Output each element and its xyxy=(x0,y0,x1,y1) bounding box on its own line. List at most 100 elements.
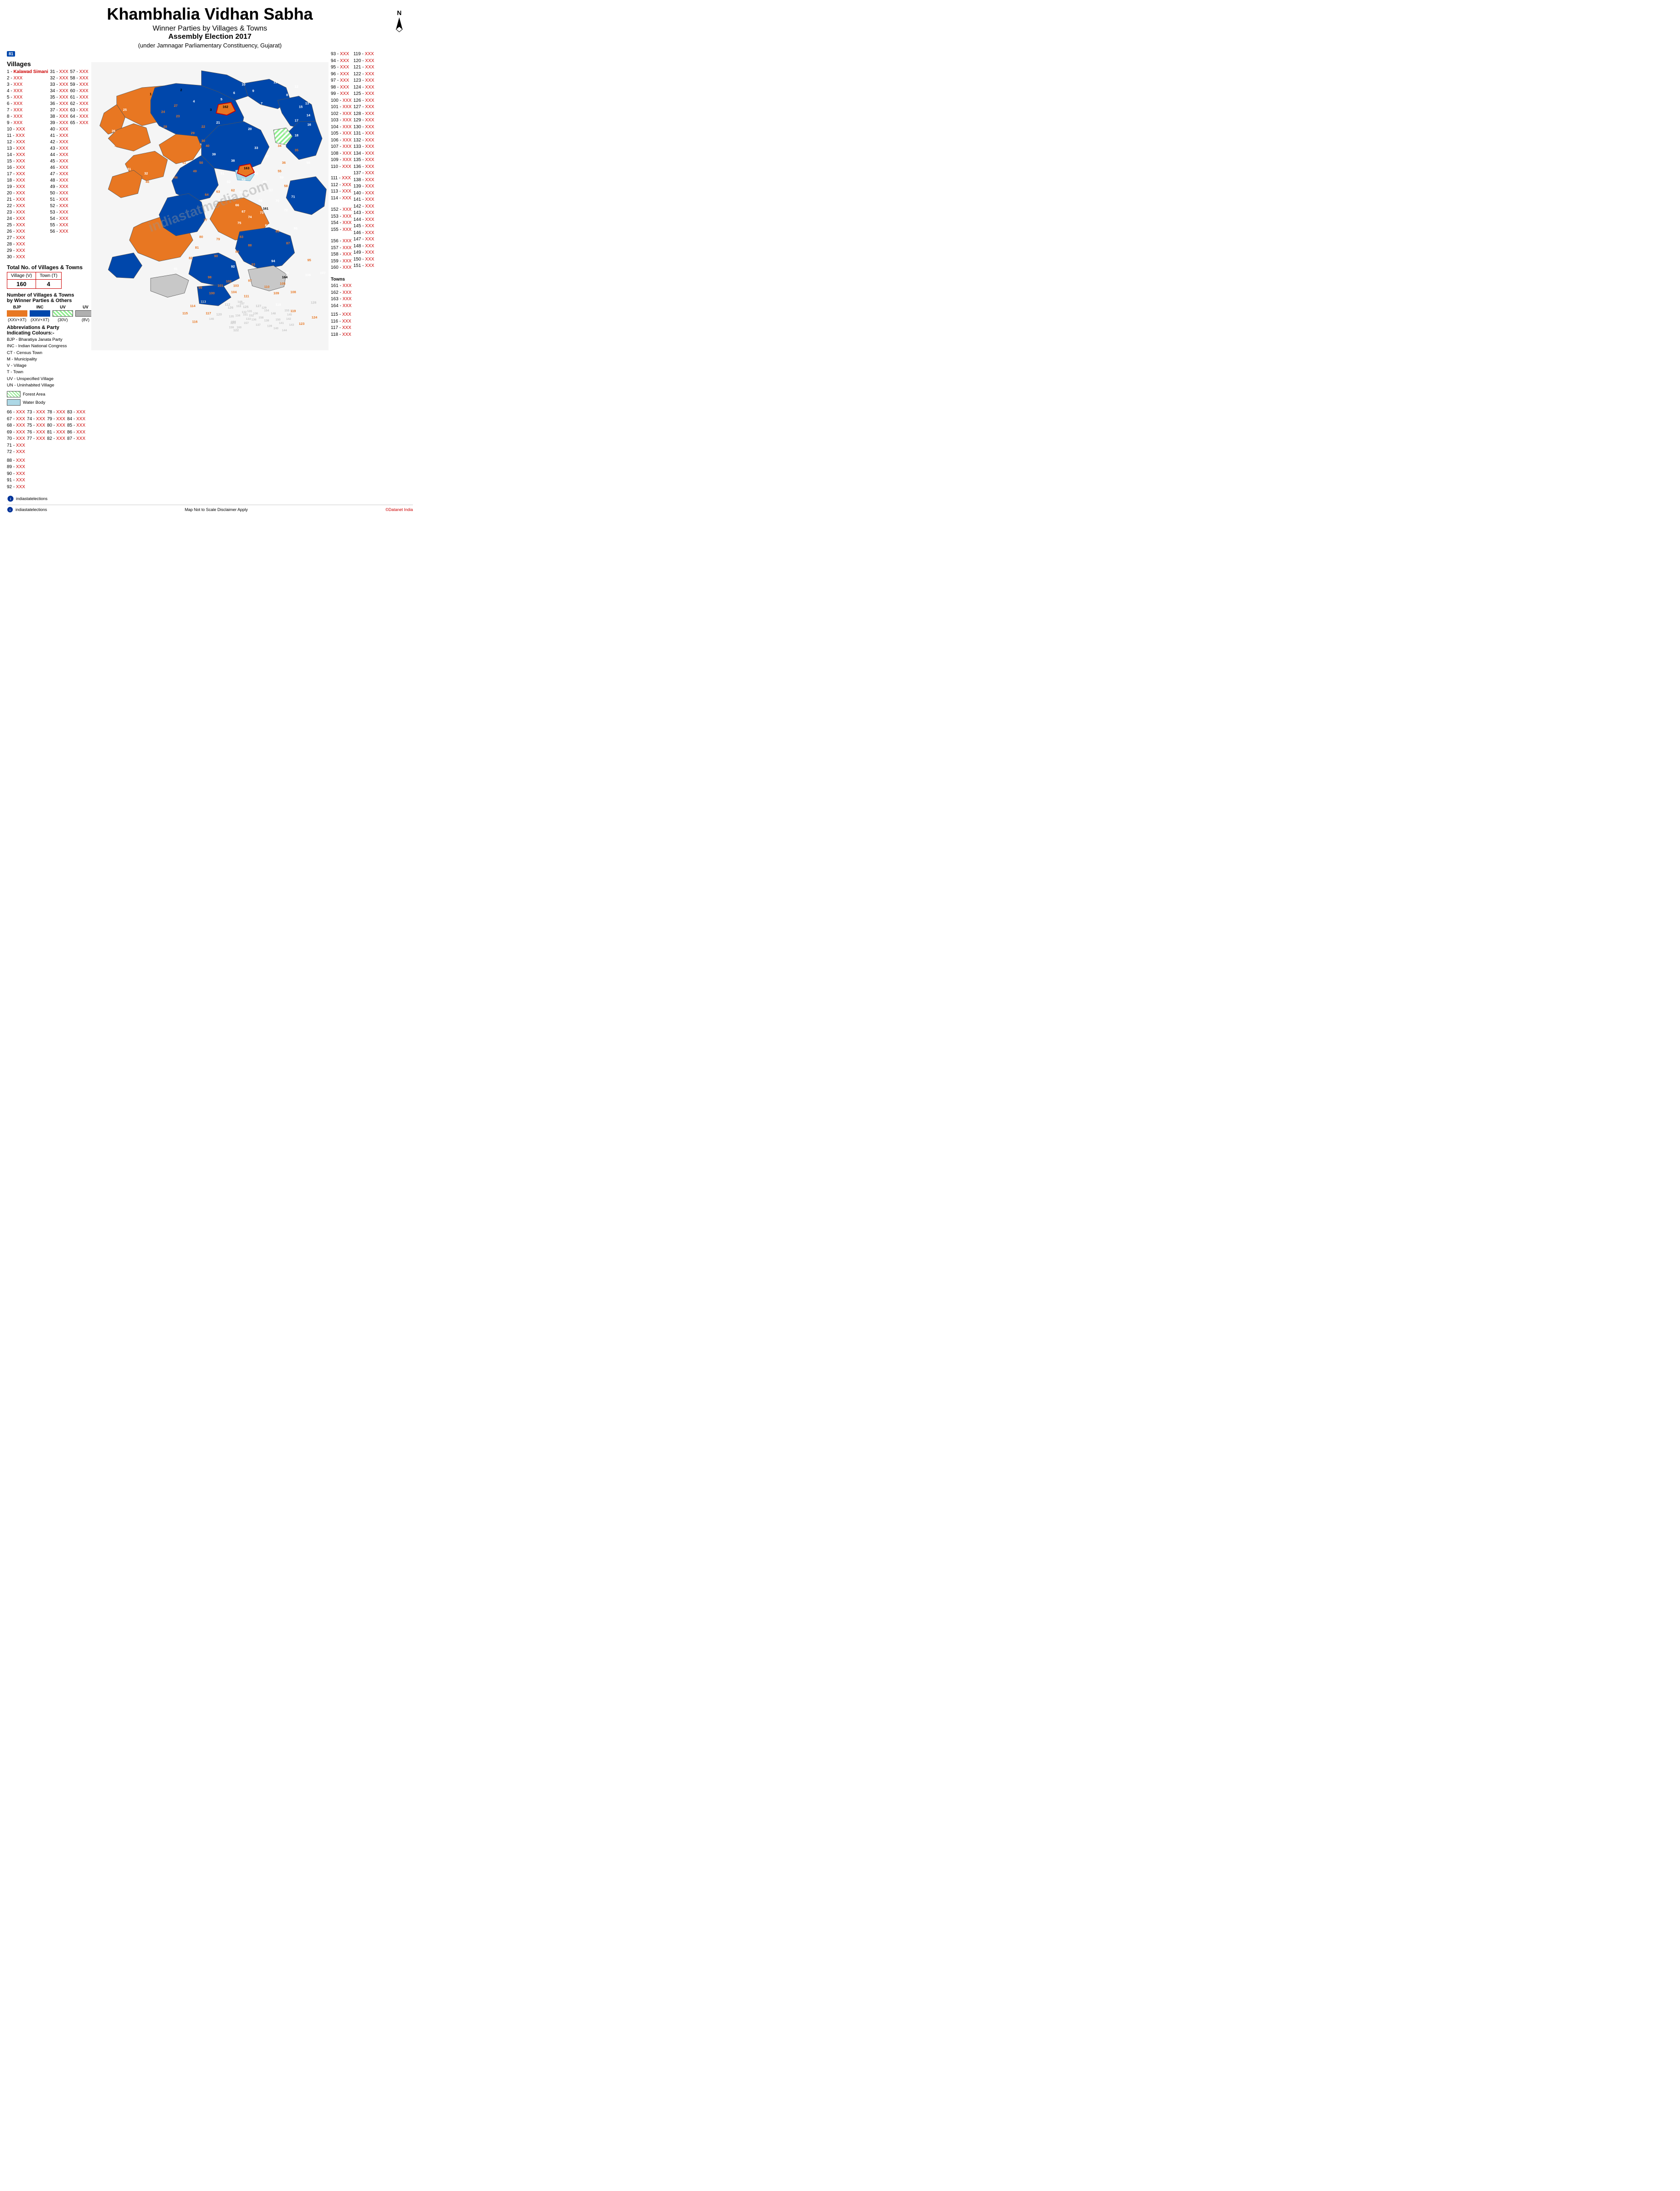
map-label-5: 5 xyxy=(220,97,222,101)
r158: 158 - XXX xyxy=(331,251,352,258)
village-28: 28 - XXX xyxy=(7,241,48,248)
r152: 152 - XXX xyxy=(331,207,352,214)
abbrev-uv: UV - Unspecified Village xyxy=(7,376,89,382)
totals-title: Total No. of Villages & Towns xyxy=(7,264,89,271)
right-panel: 93 - XXX 94 - XXX 95 - XXX 96 - XXX 97 -… xyxy=(329,51,413,502)
r139: 139 - XXX xyxy=(354,183,375,190)
village-32: 32 - XXX xyxy=(50,75,68,82)
r159: 159 - XXX xyxy=(331,258,352,265)
r142: 142 - XXX xyxy=(354,203,375,210)
village-10: 10 - XXX xyxy=(7,126,48,133)
r129: 129 - XXX xyxy=(354,117,375,124)
r144: 144 - XXX xyxy=(354,217,375,224)
village-54: 54 - XXX xyxy=(50,216,68,222)
map-label-8: 8 xyxy=(286,93,288,97)
map-label-10: 10 xyxy=(242,82,245,86)
village-33: 33 - XXX xyxy=(50,82,68,88)
map-label-102: 102 xyxy=(226,279,231,283)
villages-78-82: 78 - XXX 79 - XXX 80 - XXX 81 - XXX 82 -… xyxy=(47,409,65,456)
party-bjp: BJP (XXV+XT) xyxy=(7,305,27,322)
r94: 94 - XXX xyxy=(331,58,352,65)
map-label-158: 158 xyxy=(259,316,264,319)
village-9: 9 - XXX xyxy=(7,120,48,126)
right-bottom-villages: 115 - XXX 116 - XXX 117 - XXX 118 - XXX xyxy=(331,312,413,338)
map-label-20: 20 xyxy=(248,127,252,131)
map-label-52: 52 xyxy=(227,180,230,184)
r160: 160 - XXX xyxy=(331,265,352,271)
village-5: 5 - XXX xyxy=(7,94,48,101)
village-45: 45 - XXX xyxy=(50,158,68,165)
map-label-74: 74 xyxy=(248,215,252,219)
village-col-1: 1 - Kalawad Simani 2 - XXX 3 - XXX 4 - X… xyxy=(7,69,48,261)
map-label-160: 160 xyxy=(237,326,242,329)
r154: 154 - XXX xyxy=(331,220,352,227)
r123: 123 - XXX xyxy=(354,78,375,84)
map-label-60: 60 xyxy=(263,180,266,184)
map-label-27: 27 xyxy=(174,104,177,108)
map-label-100: 100 xyxy=(209,291,214,295)
map-label-120: 120 xyxy=(216,313,222,317)
map-label-73: 73 xyxy=(260,211,264,215)
village-31: 31 - XXX xyxy=(50,69,68,75)
village-39: 39 - XXX xyxy=(50,120,68,126)
village-57: 57 - XXX xyxy=(70,69,89,75)
map-label-134: 134 xyxy=(235,314,240,317)
village-46: 46 - XXX xyxy=(50,165,68,171)
map-label-145: 145 xyxy=(287,313,292,317)
map-label-86: 86 xyxy=(294,226,297,230)
map-label-88: 88 xyxy=(248,243,252,247)
map-label-113: 113 xyxy=(201,300,206,304)
party-uv1: UV (30V) xyxy=(52,305,73,322)
village-44: 44 - XXX xyxy=(50,152,68,158)
village-2: 2 - XXX xyxy=(7,75,48,82)
map-label-119: 119 xyxy=(290,309,296,313)
village-60: 60 - XXX xyxy=(70,88,89,94)
village-64: 64 - XXX xyxy=(70,114,89,120)
map-label-77: 77 xyxy=(203,218,207,222)
village-49: 49 - XXX xyxy=(50,184,68,190)
footer-left-label: indiastatelections xyxy=(16,507,47,512)
main-map-svg: indiastatmedia.com 1 2 3 4 5 6 7 8 9 10 … xyxy=(91,51,329,361)
north-arrow: N xyxy=(392,9,406,34)
r161: 161 - XXX xyxy=(331,283,352,290)
village-47: 47 - XXX xyxy=(50,171,68,177)
map-label-138: 138 xyxy=(264,319,269,323)
r124: 124 - XXX xyxy=(354,84,375,91)
r151: 151 - XXX xyxy=(354,263,375,270)
v72: 72 - XXX xyxy=(7,449,25,456)
map-label-56: 56 xyxy=(307,161,310,165)
map-label-91: 91 xyxy=(174,266,177,271)
water-legend: Water Body xyxy=(7,399,89,406)
village-17: 17 - XXX xyxy=(7,171,48,177)
village-41: 41 - XXX xyxy=(50,133,68,139)
villages-83-87: 83 - XXX 84 - XXX 85 - XXX 86 - XXX 87 -… xyxy=(67,409,85,456)
map-label-136: 136 xyxy=(251,318,256,322)
north-arrow-icon xyxy=(394,16,405,32)
r138: 138 - XXX xyxy=(354,177,375,184)
map-label-116: 116 xyxy=(192,319,198,323)
v70: 70 - XXX xyxy=(7,436,25,443)
map-label-57: 57 xyxy=(269,188,273,192)
map-label-71: 71 xyxy=(291,194,295,198)
map-label-54: 54 xyxy=(255,171,259,175)
r113: 113 - XXX xyxy=(331,188,352,195)
map-label-164: 164 xyxy=(282,275,288,279)
map-label-50: 50 xyxy=(199,161,203,165)
r145: 145 - XXX xyxy=(354,223,375,230)
r101: 101 - XXX xyxy=(331,104,352,111)
bjp-label: BJP xyxy=(7,305,27,309)
map-label-40: 40 xyxy=(206,144,209,148)
map-label-45: 45 xyxy=(148,160,152,164)
map-label-111: 111 xyxy=(244,294,249,298)
abbrev-section: Abbreviations & PartyIndicating Colours:… xyxy=(7,325,89,389)
bjp-count: (XXV+XT) xyxy=(7,318,27,322)
bjp-swatch xyxy=(7,310,27,317)
village-col-2: 31 - XXX 32 - XXX 33 - XXX 34 - XXX 35 -… xyxy=(50,69,68,261)
village-22: 22 - XXX xyxy=(7,203,48,209)
map-label-89: 89 xyxy=(235,250,239,254)
map-label-49: 49 xyxy=(193,169,197,173)
map-label-70: 70 xyxy=(276,199,279,203)
r102: 102 - XXX xyxy=(331,111,352,118)
map-label-14: 14 xyxy=(307,113,311,117)
map-label-13: 13 xyxy=(305,101,309,105)
